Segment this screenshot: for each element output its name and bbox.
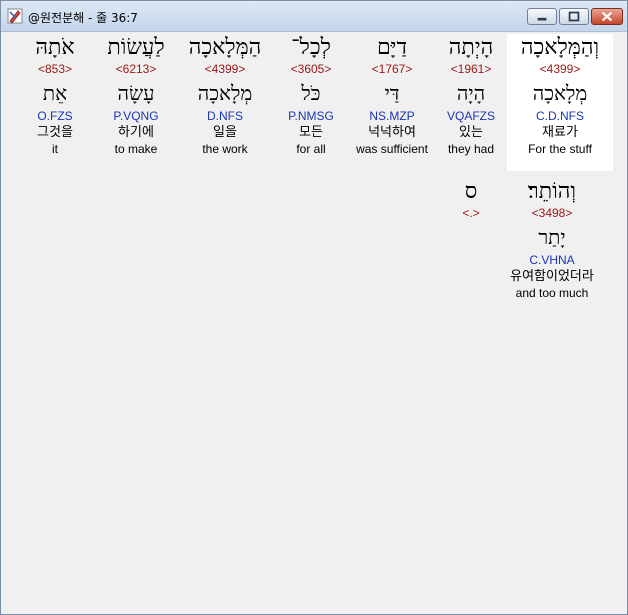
word-column[interactable]: דַיָּם <1767> דַּי NS.MZP 넉넉하여 was suffi… [349, 34, 435, 157]
lexical-form: עָשָׂה [117, 81, 155, 105]
korean-gloss: 넉넉하여 [368, 125, 416, 140]
hebrew-word: לַעֲשׂוֹת [107, 35, 165, 60]
korean-gloss: 유여함이었더라 [510, 269, 594, 284]
strong-number[interactable]: <.> [451, 206, 491, 220]
word-column[interactable]: וְהוֹתֵר׃ <3498> יָתַר C.VHNA 유여함이었더라 an… [493, 178, 611, 301]
morphology-code: D.NFS [207, 109, 243, 123]
korean-gloss: 있는 [459, 125, 483, 140]
lexical-form: יָתַר [538, 225, 566, 249]
morphology-code: C.VHNA [529, 253, 575, 267]
word-column[interactable]: הָיְתָה <1961> הָיָה VQAFZS 있는 they had [435, 34, 507, 157]
korean-gloss: 그것을 [37, 125, 73, 140]
minimize-button[interactable] [527, 8, 557, 25]
english-gloss: it [52, 142, 58, 156]
morphology-code: C.D.NFS [536, 109, 584, 123]
hebrew-word: דַיָּם [376, 35, 408, 60]
word-column[interactable]: וְהַמְּלָאכָה <4399> מְלָאכָה C.D.NFS 재료… [507, 34, 613, 171]
word-column[interactable]: הַמְּלָאכָה <4399> מְלָאכָה D.NFS 일을 the… [177, 34, 273, 157]
korean-gloss: 모든 [299, 125, 323, 140]
morphology-code: O.FZS [37, 109, 73, 123]
app-window: @원전분해 - 줄 36:7 וְהַמְּלָאכָה <4399> מְלָ… [0, 0, 628, 615]
english-gloss: For the stuff [528, 142, 592, 156]
strong-number[interactable]: <1767> [349, 62, 435, 76]
hebrew-word: הַמְּלָאכָה [188, 35, 262, 60]
morphology-code: P.VQNG [113, 109, 159, 123]
strong-number[interactable]: <3498> [493, 206, 611, 220]
word-column[interactable]: ס <.> [451, 178, 491, 220]
english-gloss: the work [202, 142, 248, 156]
strong-number[interactable]: <853> [19, 62, 91, 76]
close-button[interactable] [591, 8, 623, 25]
strong-number[interactable]: <6213> [95, 62, 177, 76]
morphology-code: P.NMSG [288, 109, 334, 123]
word-column[interactable]: אֹתָהּ <853> אֵת O.FZS 그것을 it [19, 34, 91, 157]
english-gloss: for all [296, 142, 326, 156]
lexical-form: מְלָאכָה [197, 81, 253, 105]
interlinear-view: וְהַמְּלָאכָה <4399> מְלָאכָה C.D.NFS 재료… [7, 32, 621, 612]
korean-gloss: 재료가 [542, 125, 578, 140]
lexical-form: דַּי [384, 81, 400, 105]
english-gloss: was sufficient [356, 142, 428, 156]
close-icon [601, 11, 613, 22]
hebrew-word: אֹתָהּ [35, 35, 75, 60]
maximize-icon [568, 11, 580, 22]
word-column[interactable]: לְכָל־ <3605> כֹּל P.NMSG 모든 for all [273, 34, 349, 157]
strong-number[interactable]: <3605> [273, 62, 349, 76]
english-gloss: and too much [515, 286, 589, 300]
english-gloss: they had [447, 142, 495, 156]
app-icon[interactable] [7, 8, 23, 24]
strong-number[interactable]: <4399> [177, 62, 273, 76]
hebrew-word: ס [464, 179, 478, 204]
lexical-form: הָיָה [456, 81, 486, 105]
minimize-icon [537, 17, 547, 21]
english-gloss: to make [114, 142, 158, 156]
word-column[interactable]: לַעֲשׂוֹת <6213> עָשָׂה P.VQNG 하기에 to ma… [95, 34, 177, 157]
window-title: @원전분해 - 줄 36:7 [28, 11, 138, 25]
lexical-form: מְלָאכָה [532, 81, 588, 105]
strong-number[interactable]: <1961> [435, 62, 507, 76]
korean-gloss: 일을 [213, 125, 237, 140]
lexical-form: כֹּל [301, 81, 321, 105]
strong-number[interactable]: <4399> [507, 62, 613, 76]
maximize-button[interactable] [559, 8, 589, 25]
lexical-form: אֵת [42, 81, 68, 105]
hebrew-word: הָיְתָה [448, 35, 494, 60]
morphology-code: VQAFZS [446, 109, 495, 123]
morphology-code: NS.MZP [369, 109, 415, 123]
hebrew-word: וְהַמְּלָאכָה [520, 35, 600, 60]
hebrew-word: וְהוֹתֵר׃ [527, 179, 577, 204]
korean-gloss: 하기에 [118, 125, 154, 140]
hebrew-word: לְכָל־ [291, 35, 331, 60]
title-bar[interactable]: @원전분해 - 줄 36:7 [1, 1, 627, 32]
